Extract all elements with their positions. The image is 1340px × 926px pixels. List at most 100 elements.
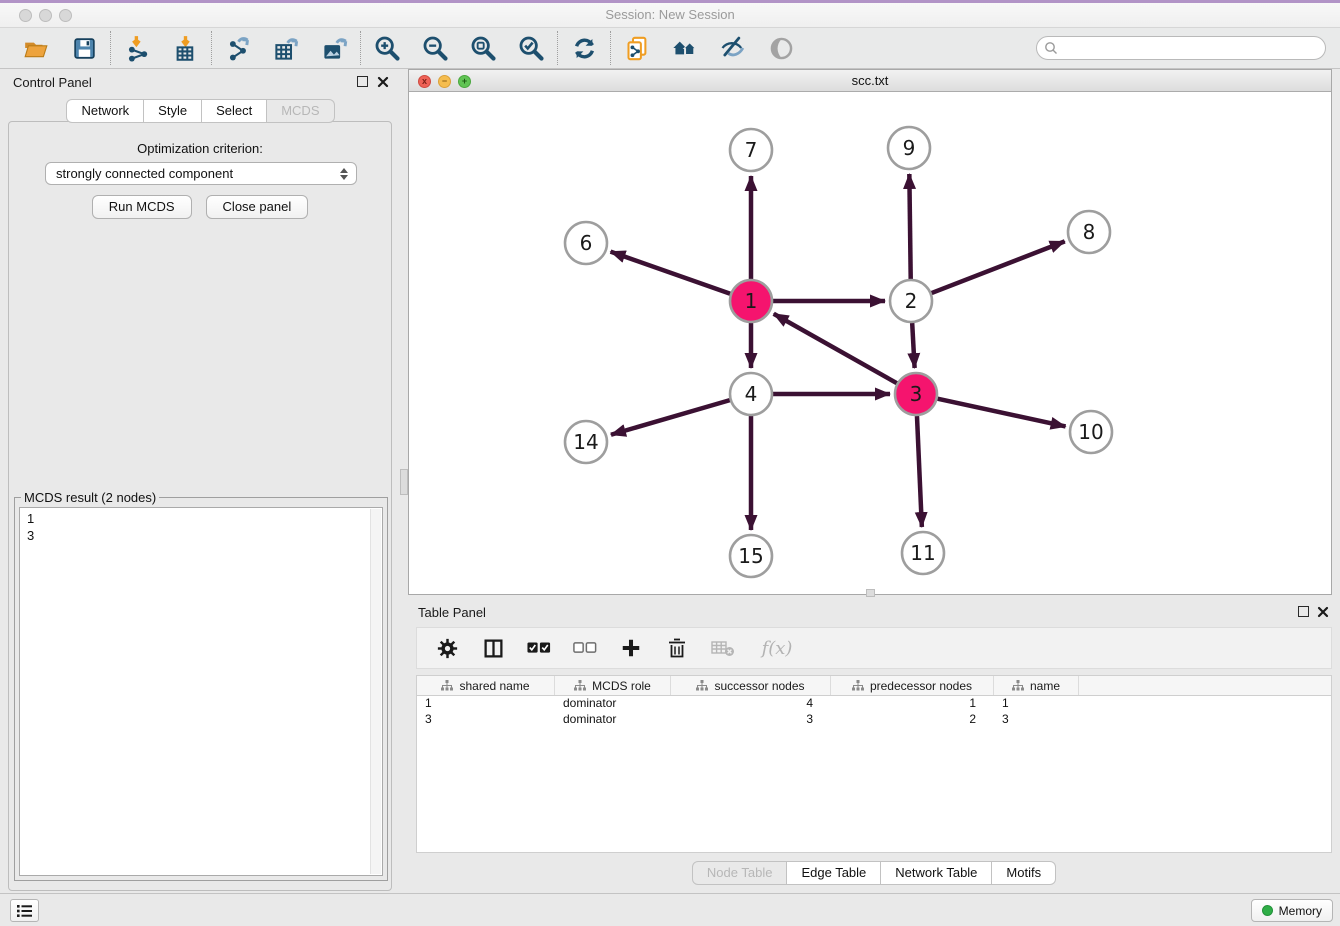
edge-2-8[interactable]: [932, 241, 1065, 293]
edge-2-9[interactable]: [909, 174, 910, 279]
table-settings-button[interactable]: [435, 636, 459, 660]
cell-name[interactable]: 1: [994, 696, 1079, 712]
mcds-result-box: 1 3: [19, 507, 383, 876]
edge-3-1[interactable]: [774, 314, 897, 383]
export-image-button[interactable]: [320, 34, 348, 62]
network-canvas[interactable]: 1 2 3 4 6 7 8 9 10 11 14 15: [409, 92, 1331, 594]
tab-select[interactable]: Select: [202, 99, 267, 123]
network-window-titlebar[interactable]: x − + scc.txt: [409, 70, 1331, 92]
task-history-button[interactable]: [10, 899, 39, 922]
hide-panels-button[interactable]: [719, 34, 747, 62]
cell-shared-name[interactable]: 3: [417, 712, 555, 728]
column-header-predecessor-nodes[interactable]: predecessor nodes: [831, 676, 994, 695]
tab-style[interactable]: Style: [144, 99, 202, 123]
open-session-button[interactable]: [22, 34, 50, 62]
create-column-button[interactable]: [619, 636, 643, 660]
cell-successor-nodes[interactable]: 4: [671, 696, 831, 712]
clone-network-button[interactable]: [623, 34, 651, 62]
memory-button[interactable]: Memory: [1251, 899, 1333, 922]
node-6[interactable]: 6: [565, 222, 607, 264]
svg-text:4: 4: [745, 382, 758, 406]
node-4[interactable]: 4: [730, 373, 772, 415]
cell-mcds-role[interactable]: dominator: [555, 712, 671, 728]
clone-network-icon: [624, 35, 651, 62]
node-2[interactable]: 2: [890, 280, 932, 322]
table-row[interactable]: 3dominator323: [417, 712, 1331, 728]
cell-predecessor-nodes[interactable]: 1: [831, 696, 994, 712]
node-14[interactable]: 14: [565, 421, 607, 463]
tab-edge-table[interactable]: Edge Table: [787, 861, 881, 885]
close-panel-button[interactable]: Close panel: [206, 195, 309, 219]
mcds-result-text: 1 3: [27, 510, 368, 873]
run-mcds-button[interactable]: Run MCDS: [92, 195, 192, 219]
edge-2-3[interactable]: [912, 323, 914, 368]
eye-slash-icon: [719, 34, 747, 62]
node-1[interactable]: 1: [730, 280, 772, 322]
cell-mcds-role[interactable]: dominator: [555, 696, 671, 712]
edge-4-14[interactable]: [611, 400, 730, 435]
table-row[interactable]: 1dominator411: [417, 696, 1331, 712]
eye-disabled-icon: [768, 35, 795, 62]
column-header-successor-nodes[interactable]: successor nodes: [671, 676, 831, 695]
refresh-button[interactable]: [570, 34, 598, 62]
cell-name[interactable]: 3: [994, 712, 1079, 728]
unselect-all-button[interactable]: [573, 636, 597, 660]
save-session-button[interactable]: [70, 34, 98, 62]
close-panel-icon[interactable]: [377, 75, 389, 93]
vertical-splitter-handle[interactable]: [400, 469, 408, 495]
network-overview-button[interactable]: [671, 34, 699, 62]
network-canvas-svg: 1 2 3 4 6 7 8 9 10 11 14 15: [409, 92, 1331, 594]
search-input[interactable]: [1036, 36, 1326, 60]
function-builder-button[interactable]: f(x): [757, 636, 797, 660]
tab-motifs[interactable]: Motifs: [992, 861, 1056, 885]
trash-icon: [667, 637, 687, 659]
svg-text:9: 9: [903, 136, 916, 160]
zoom-fit-button[interactable]: [469, 34, 497, 62]
horizontal-splitter-handle[interactable]: [866, 589, 875, 597]
show-panels-button[interactable]: [767, 34, 795, 62]
svg-text:7: 7: [745, 138, 758, 162]
column-header-shared-name[interactable]: shared name: [417, 676, 555, 695]
column-header-name[interactable]: name: [994, 676, 1079, 695]
table-float-panel-icon[interactable]: [1298, 606, 1309, 617]
zoom-out-button[interactable]: [421, 34, 449, 62]
memory-status-icon: [1262, 905, 1273, 916]
import-table-button[interactable]: [171, 34, 199, 62]
export-network-button[interactable]: [224, 34, 252, 62]
result-scrollbar[interactable]: [370, 509, 381, 874]
cell-shared-name[interactable]: 1: [417, 696, 555, 712]
tab-node-table[interactable]: Node Table: [692, 861, 788, 885]
delete-table-button[interactable]: [711, 636, 735, 660]
delete-column-button[interactable]: [665, 636, 689, 660]
table-close-panel-icon[interactable]: [1317, 605, 1329, 623]
zoom-in-button[interactable]: [373, 34, 401, 62]
float-panel-icon[interactable]: [357, 76, 368, 87]
optimization-criterion-select[interactable]: strongly connected component: [45, 162, 357, 185]
column-header-mcds-role[interactable]: MCDS role: [555, 676, 671, 695]
node-8[interactable]: 8: [1068, 211, 1110, 253]
node-7[interactable]: 7: [730, 129, 772, 171]
zoom-in-icon: [373, 34, 401, 62]
select-all-button[interactable]: [527, 636, 551, 660]
tab-network[interactable]: Network: [66, 99, 144, 123]
node-10[interactable]: 10: [1070, 411, 1112, 453]
node-15[interactable]: 15: [730, 535, 772, 577]
edge-1-6[interactable]: [611, 252, 731, 294]
refresh-icon: [571, 35, 598, 62]
node-9[interactable]: 9: [888, 127, 930, 169]
svg-text:1: 1: [745, 289, 758, 313]
cell-predecessor-nodes[interactable]: 2: [831, 712, 994, 728]
node-11[interactable]: 11: [902, 532, 944, 574]
node-3[interactable]: 3: [895, 373, 937, 415]
edge-3-10[interactable]: [937, 399, 1065, 427]
export-network-icon: [225, 35, 252, 62]
import-network-button[interactable]: [123, 34, 151, 62]
tab-network-table[interactable]: Network Table: [881, 861, 992, 885]
edge-3-11[interactable]: [917, 416, 922, 527]
tab-mcds[interactable]: MCDS: [267, 99, 334, 123]
show-column-button[interactable]: [481, 636, 505, 660]
cell-successor-nodes[interactable]: 3: [671, 712, 831, 728]
export-table-button[interactable]: [272, 34, 300, 62]
zoom-selected-button[interactable]: [517, 34, 545, 62]
window-title: Session: New Session: [0, 7, 1340, 22]
